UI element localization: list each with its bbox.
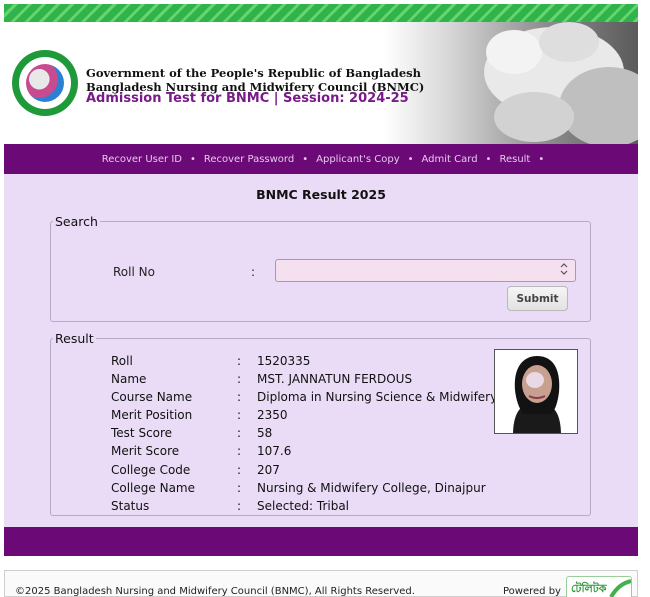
submit-button[interactable]: Submit [507, 286, 568, 311]
nav-result[interactable]: Result [493, 154, 536, 165]
result-legend: Result [55, 331, 94, 346]
session-title: Admission Test for BNMC | Session: 2024-… [86, 91, 409, 106]
spin-arrows-icon[interactable] [559, 262, 569, 277]
roll-no-input[interactable] [275, 259, 576, 282]
nav-applicants-copy[interactable]: Applicant's Copy [310, 154, 405, 165]
result-colon: : [237, 390, 242, 404]
result-colon: : [237, 481, 242, 495]
result-label: Merit Position [111, 408, 193, 422]
result-value: 1520335 [257, 354, 311, 368]
roll-no-label: Roll No [113, 265, 155, 279]
footer: ©2025 Bangladesh Nursing and Midwifery C… [4, 570, 638, 597]
hands-photo [484, 22, 638, 144]
org-line-1: Government of the People's Republic of B… [86, 66, 422, 80]
result-label: Course Name [111, 390, 193, 404]
result-fieldset: Result Roll : 1520335 Name : MST. JANNAT… [50, 331, 591, 516]
result-label: Status [111, 499, 150, 513]
main-content: BNMC Result 2025 Search Roll No : Submit… [4, 174, 638, 527]
result-value: Diploma in Nursing Science & Midwifery [257, 390, 498, 404]
result-value: Nursing & Midwifery College, Dinajpur [257, 481, 486, 495]
page-frame: Government of the People's Republic of B… [4, 4, 638, 597]
result-label: Roll [111, 354, 133, 368]
result-colon: : [237, 444, 242, 458]
result-value: Selected: Tribal [257, 499, 350, 513]
result-colon: : [237, 408, 242, 422]
result-colon: : [237, 426, 242, 440]
result-value: 58 [257, 426, 273, 440]
result-value: MST. JANNATUN FERDOUS [257, 372, 413, 386]
result-label: Name [111, 372, 147, 386]
result-value: 2350 [257, 408, 288, 422]
nav-bar: Recover User ID • Recover Password • App… [4, 144, 638, 174]
result-label: College Code [111, 463, 191, 477]
copyright-text: ©2025 Bangladesh Nursing and Midwifery C… [15, 586, 415, 597]
nav-recover-password[interactable]: Recover Password [198, 154, 300, 165]
nav-separator: • [189, 153, 196, 165]
nav-separator: • [485, 153, 492, 165]
teletalk-logo[interactable]: টেলিটক [566, 576, 632, 597]
search-fieldset: Search Roll No : Submit [50, 214, 591, 322]
applicant-photo [494, 349, 578, 434]
nav-admit-card[interactable]: Admit Card [416, 154, 484, 165]
bnmc-seal-icon [12, 50, 78, 116]
result-value: 207 [257, 463, 280, 477]
nav-recover-user-id[interactable]: Recover User ID [96, 154, 188, 165]
header-banner: Government of the People's Republic of B… [4, 22, 638, 144]
footer-bar [4, 527, 638, 556]
result-label: Merit Score [111, 444, 180, 458]
page-title: BNMC Result 2025 [256, 187, 386, 202]
nav-separator: • [407, 153, 414, 165]
nav-separator: • [538, 153, 545, 165]
nav-separator: • [302, 153, 309, 165]
result-colon: : [237, 499, 242, 513]
result-colon: : [237, 354, 242, 368]
roll-no-colon: : [251, 265, 256, 279]
result-value: 107.6 [257, 444, 292, 458]
result-colon: : [237, 463, 242, 477]
powered-by-text: Powered by [503, 586, 561, 597]
result-label: Test Score [111, 426, 173, 440]
search-legend: Search [55, 214, 98, 229]
result-label: College Name [111, 481, 195, 495]
result-colon: : [237, 372, 242, 386]
top-stripe [4, 4, 638, 22]
